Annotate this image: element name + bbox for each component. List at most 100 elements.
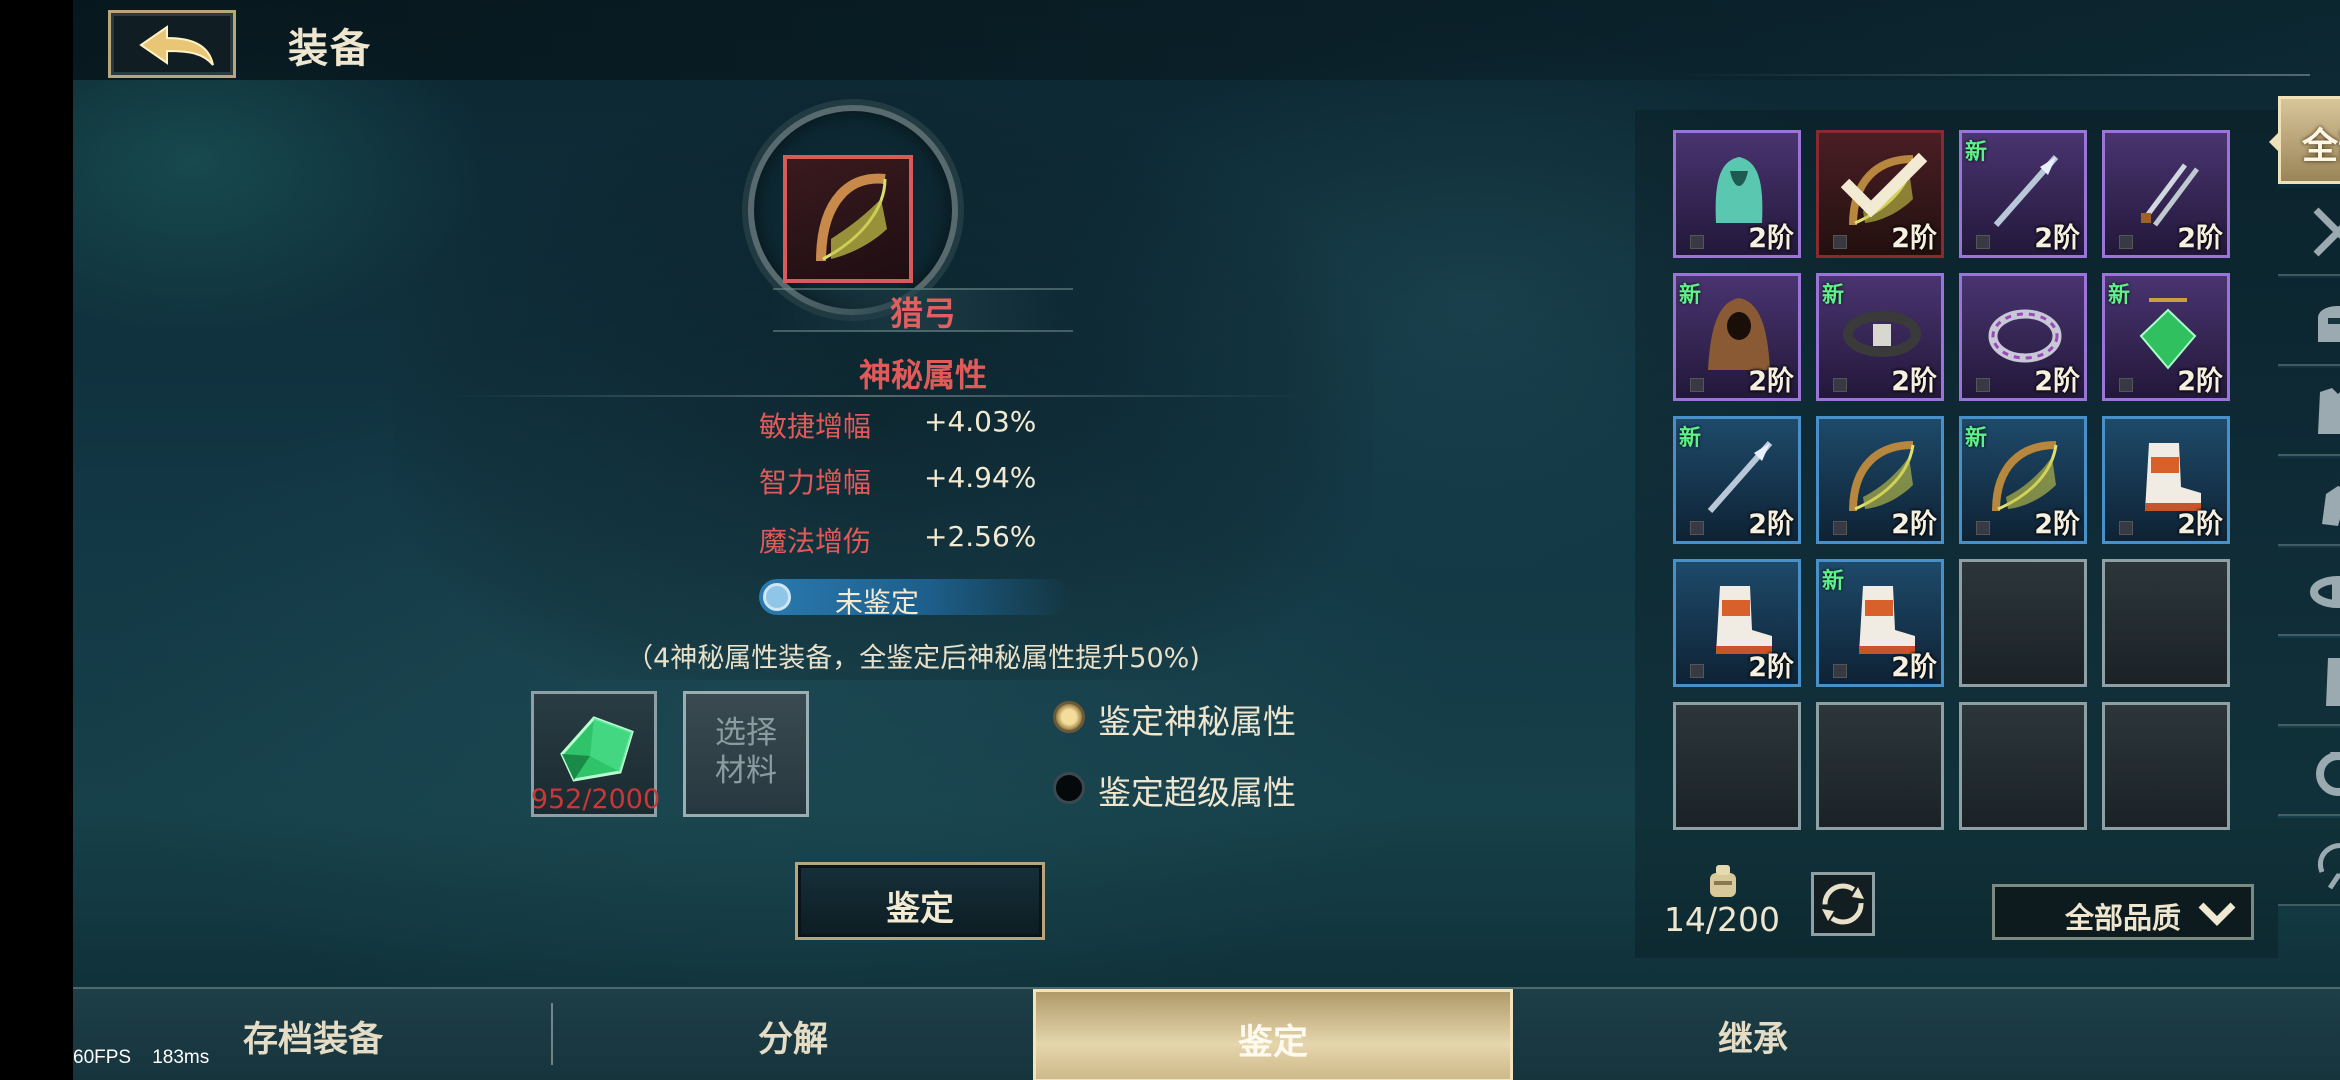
tier-label: 2阶 bbox=[1891, 652, 1937, 683]
swords-icon bbox=[2313, 207, 2340, 257]
empty-inventory-slot[interactable] bbox=[2102, 559, 2230, 687]
category-tab-armor[interactable] bbox=[2278, 368, 2340, 456]
category-tab-belt[interactable] bbox=[2278, 548, 2340, 636]
chevron-down-icon bbox=[2198, 902, 2236, 926]
tab-identify[interactable]: 鉴定 bbox=[1033, 989, 1513, 1080]
identify-button[interactable]: 鉴定 bbox=[795, 862, 1045, 940]
inventory-slot[interactable]: 2阶 bbox=[1959, 273, 2087, 401]
category-tab-helmet[interactable] bbox=[2278, 278, 2340, 366]
inventory-slot[interactable]: 2阶 bbox=[1816, 416, 1944, 544]
inventory-capacity: 14/200 bbox=[1663, 900, 1781, 939]
tier-label: 2阶 bbox=[2034, 223, 2080, 254]
lock-toggle-icon bbox=[1690, 521, 1704, 535]
item-name: 猎弓 bbox=[890, 294, 956, 333]
tier-label: 2阶 bbox=[1748, 366, 1794, 397]
inventory-slot[interactable]: 新 2阶 bbox=[2102, 273, 2230, 401]
equipment-screen: 装备 猎弓 神秘属性 敏捷增幅 +4.03% 智力增幅 +4.94% 魔法增伤 … bbox=[73, 0, 2340, 1080]
status-text: 未鉴定 bbox=[835, 586, 920, 619]
new-badge: 新 bbox=[1965, 426, 1988, 451]
inventory-slot[interactable]: 新 2阶 bbox=[1816, 273, 1944, 401]
fps-counter: 60FPS 183ms bbox=[73, 1047, 210, 1068]
inventory-slot[interactable]: 新 2阶 bbox=[1959, 416, 2087, 544]
inventory-slot[interactable]: 新 2阶 bbox=[1673, 273, 1801, 401]
section-divider bbox=[448, 395, 1308, 397]
belt-icon bbox=[2310, 576, 2340, 608]
tier-label: 2阶 bbox=[1748, 652, 1794, 683]
stat-name: 魔法增伤 bbox=[759, 525, 872, 558]
inventory-slot[interactable]: 新 2阶 bbox=[1959, 130, 2087, 258]
accessory-icon bbox=[2317, 843, 2340, 890]
lock-toggle-icon bbox=[1833, 378, 1847, 392]
lock-toggle-icon bbox=[1976, 235, 1990, 249]
stat-name: 智力增幅 bbox=[759, 466, 872, 499]
category-tab-ring[interactable] bbox=[2278, 728, 2340, 816]
armor-icon bbox=[2318, 388, 2340, 434]
lock-toggle-icon bbox=[1833, 664, 1847, 678]
boots-icon bbox=[2326, 658, 2340, 706]
sort-button[interactable] bbox=[1811, 872, 1875, 936]
tab-inherit[interactable]: 继承 bbox=[1513, 989, 1993, 1080]
checkmark-icon bbox=[1840, 152, 1928, 218]
bag-icon bbox=[1710, 865, 1736, 897]
lock-toggle-icon bbox=[1976, 521, 1990, 535]
lock-toggle-icon bbox=[1690, 235, 1704, 249]
quality-filter-label: 全部品质 bbox=[2065, 901, 2182, 935]
lock-toggle-icon bbox=[2119, 521, 2133, 535]
lock-toggle-icon bbox=[1833, 521, 1847, 535]
new-badge: 新 bbox=[2108, 283, 2131, 308]
category-tabs: 全部 bbox=[2278, 96, 2340, 926]
refresh-icon bbox=[1822, 883, 1864, 925]
inventory-slot[interactable]: 2阶 bbox=[2102, 130, 2230, 258]
option-label: 鉴定神秘属性 bbox=[1098, 702, 1296, 741]
tier-label: 2阶 bbox=[1748, 223, 1794, 254]
new-badge: 新 bbox=[1679, 426, 1702, 451]
inventory-slot[interactable]: 新 2阶 bbox=[1816, 559, 1944, 687]
inventory-slot[interactable]: 2阶 bbox=[1673, 559, 1801, 687]
header-divider bbox=[1670, 74, 2310, 76]
mystic-attributes-title: 神秘属性 bbox=[858, 356, 987, 394]
empty-inventory-slot[interactable] bbox=[2102, 702, 2230, 830]
lock-toggle-icon bbox=[2119, 235, 2133, 249]
tab-decompose[interactable]: 分解 bbox=[553, 989, 1033, 1080]
empty-inventory-slot[interactable] bbox=[1673, 702, 1801, 830]
helmet-icon bbox=[2318, 306, 2340, 342]
new-badge: 新 bbox=[1822, 569, 1845, 594]
tier-label: 2阶 bbox=[1891, 223, 1937, 254]
gear-icon bbox=[763, 583, 791, 611]
select-material-button[interactable]: 选择 材料 bbox=[683, 691, 809, 817]
lock-toggle-icon bbox=[1690, 664, 1704, 678]
lock-toggle-icon bbox=[2119, 378, 2133, 392]
back-button[interactable] bbox=[108, 10, 236, 78]
gloves-icon bbox=[2322, 486, 2340, 526]
category-tab-accessory[interactable] bbox=[2278, 818, 2340, 906]
inventory-slot[interactable]: 2阶 bbox=[1816, 130, 1944, 258]
ring-icon bbox=[2316, 752, 2340, 796]
tier-label: 2阶 bbox=[2034, 366, 2080, 397]
selected-item-slot[interactable] bbox=[783, 155, 913, 283]
tier-label: 2阶 bbox=[1891, 366, 1937, 397]
new-badge: 新 bbox=[1965, 140, 1988, 165]
category-tab-gloves[interactable] bbox=[2278, 458, 2340, 546]
bow-icon bbox=[816, 173, 887, 262]
tier-label: 2阶 bbox=[2177, 223, 2223, 254]
stat-value: +2.56% bbox=[924, 520, 1037, 553]
radio-unselected-icon[interactable] bbox=[1053, 772, 1085, 804]
inventory-slot[interactable]: 2阶 bbox=[2102, 416, 2230, 544]
select-material-label: 选择 材料 bbox=[715, 715, 777, 789]
inventory-slot[interactable]: 2阶 bbox=[1673, 130, 1801, 258]
bottom-tab-bar: 存档装备 分解 鉴定 继承 bbox=[73, 987, 2340, 1080]
empty-inventory-slot[interactable] bbox=[1816, 702, 1944, 830]
identify-status-badge: 未鉴定 bbox=[759, 579, 1069, 619]
category-tab-boots[interactable] bbox=[2278, 638, 2340, 726]
stat-value: +4.94% bbox=[924, 461, 1037, 494]
category-tab-swords[interactable] bbox=[2278, 188, 2340, 276]
lock-toggle-icon bbox=[1976, 378, 1990, 392]
radio-selected-icon[interactable] bbox=[1053, 701, 1085, 733]
material-count: 952/2000 bbox=[530, 784, 661, 815]
empty-inventory-slot[interactable] bbox=[1959, 559, 2087, 687]
tier-label: 2阶 bbox=[1891, 509, 1937, 540]
inventory-slot[interactable]: 新 2阶 bbox=[1673, 416, 1801, 544]
empty-inventory-slot[interactable] bbox=[1959, 702, 2087, 830]
quality-filter-dropdown[interactable]: 全部品质 bbox=[1992, 884, 2254, 940]
category-tab-all[interactable]: 全部 bbox=[2278, 96, 2340, 184]
